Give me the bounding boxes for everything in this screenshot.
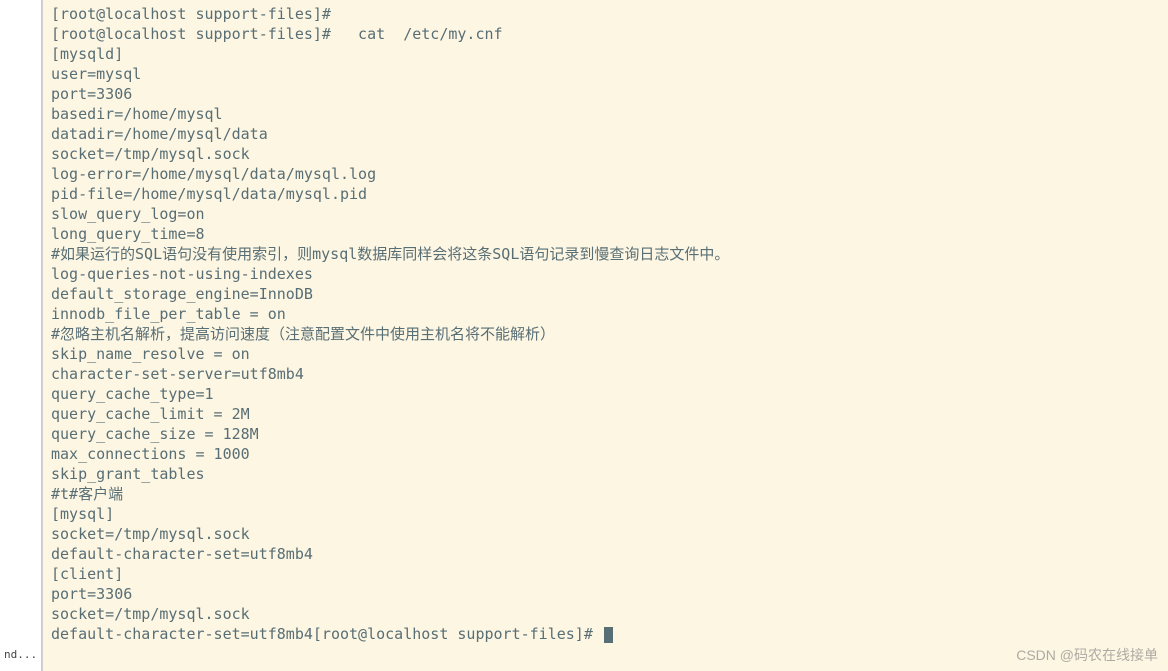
terminal-line: [mysqld]	[51, 44, 1160, 64]
terminal-line: long_query_time=8	[51, 224, 1160, 244]
terminal-line: skip_name_resolve = on	[51, 344, 1160, 364]
terminal-line: [mysql]	[51, 504, 1160, 524]
terminal-line: character-set-server=utf8mb4	[51, 364, 1160, 384]
watermark: CSDN @码农在线接单	[1016, 645, 1158, 665]
terminal-line: basedir=/home/mysql	[51, 104, 1160, 124]
terminal-line: query_cache_limit = 2M	[51, 404, 1160, 424]
terminal-line: log-error=/home/mysql/data/mysql.log	[51, 164, 1160, 184]
terminal-line: #t#客户端	[51, 484, 1160, 504]
terminal-line: [client]	[51, 564, 1160, 584]
sidebar-item[interactable]: nd...	[4, 648, 37, 661]
terminal-line: #如果运行的SQL语句没有使用索引，则mysql数据库同样会将这条SQL语句记录…	[51, 244, 1160, 264]
terminal-line: socket=/tmp/mysql.sock	[51, 604, 1160, 624]
terminal-line: default-character-set=utf8mb4	[51, 544, 1160, 564]
terminal-line: datadir=/home/mysql/data	[51, 124, 1160, 144]
terminal-line: query_cache_type=1	[51, 384, 1160, 404]
terminal-line: slow_query_log=on	[51, 204, 1160, 224]
terminal-line: pid-file=/home/mysql/data/mysql.pid	[51, 184, 1160, 204]
terminal-line: innodb_file_per_table = on	[51, 304, 1160, 324]
terminal-line: max_connections = 1000	[51, 444, 1160, 464]
terminal-line: user=mysql	[51, 64, 1160, 84]
terminal-line: socket=/tmp/mysql.sock	[51, 144, 1160, 164]
terminal-line: port=3306	[51, 584, 1160, 604]
terminal-line: default_storage_engine=InnoDB	[51, 284, 1160, 304]
terminal-line: query_cache_size = 128M	[51, 424, 1160, 444]
terminal-prompt-line: default-character-set=utf8mb4[root@local…	[51, 624, 1160, 644]
terminal-line: [root@localhost support-files]# cat /etc…	[51, 24, 1160, 44]
terminal-line: [root@localhost support-files]#	[51, 4, 1160, 24]
terminal-output[interactable]: [root@localhost support-files]# [root@lo…	[42, 0, 1168, 671]
terminal-line: #忽略主机名解析，提高访问速度（注意配置文件中使用主机名将不能解析）	[51, 324, 1160, 344]
left-sidebar: nd...	[0, 0, 42, 671]
terminal-line: socket=/tmp/mysql.sock	[51, 524, 1160, 544]
terminal-line: port=3306	[51, 84, 1160, 104]
terminal-line: skip_grant_tables	[51, 464, 1160, 484]
terminal-line: log-queries-not-using-indexes	[51, 264, 1160, 284]
cursor-icon	[604, 627, 613, 643]
